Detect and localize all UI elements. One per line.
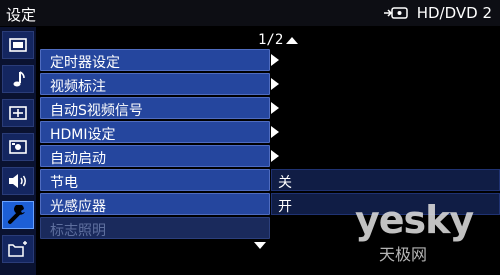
screen-adjust-icon bbox=[9, 106, 27, 120]
watermark-sub-text: 天极网 bbox=[379, 245, 428, 264]
scroll-down-arrow-icon[interactable] bbox=[254, 242, 266, 249]
folder-icon bbox=[8, 241, 27, 257]
menu-item-light-sensor[interactable]: 光感应器 bbox=[40, 193, 270, 215]
sidebar-item-screen[interactable] bbox=[2, 99, 34, 127]
menu-item-logo-light: 标志照明 bbox=[40, 217, 270, 239]
menu-item-power-saving[interactable]: 节电 bbox=[40, 169, 270, 191]
menu-item-label: 定时器设定 bbox=[50, 55, 120, 71]
sidebar-item-music[interactable] bbox=[2, 65, 34, 93]
menu-item-label: 自动启动 bbox=[50, 151, 106, 167]
watermark-main-text: yesky bbox=[355, 198, 474, 242]
menu-item-timer-settings[interactable]: 定时器设定 bbox=[40, 49, 270, 71]
page-title: 设定 bbox=[6, 6, 37, 24]
scroll-up-arrow-icon[interactable] bbox=[286, 36, 299, 44]
sidebar-item-picture[interactable] bbox=[2, 31, 34, 59]
sidebar-item-settings[interactable] bbox=[2, 201, 34, 229]
picture-icon bbox=[9, 38, 27, 52]
input-source-icon bbox=[383, 7, 408, 19]
submenu-arrow-icon bbox=[271, 150, 279, 162]
page-indicator-group: 1/2 bbox=[258, 32, 299, 48]
music-note-icon bbox=[13, 71, 25, 87]
menu-item-label: 自动S视频信号 bbox=[50, 103, 143, 119]
menu-item-auto-start[interactable]: 自动启动 bbox=[40, 145, 270, 167]
menu-item-label: 标志照明 bbox=[50, 223, 106, 239]
menu-item-video-label[interactable]: 视频标注 bbox=[40, 73, 270, 95]
speaker-volume-icon bbox=[9, 174, 26, 188]
menu-item-label: 光感应器 bbox=[50, 199, 106, 215]
page-indicator: 1/2 bbox=[258, 32, 284, 48]
menu-item-auto-s-video[interactable]: 自动S视频信号 bbox=[40, 97, 270, 119]
submenu-arrow-icon bbox=[271, 102, 279, 114]
menu-item-label: HDMI设定 bbox=[50, 127, 116, 143]
setting-value: 关 bbox=[278, 175, 292, 191]
settings-screen: 设定 HD/DVD 2 1/2 定时器设定 视频标注 自动S视频信号 HDMI设… bbox=[0, 0, 500, 275]
submenu-arrow-icon bbox=[271, 54, 279, 66]
submenu-arrow-icon bbox=[271, 126, 279, 138]
sidebar-item-sound[interactable] bbox=[2, 167, 34, 195]
photo-icon bbox=[9, 140, 27, 154]
submenu-arrow-icon bbox=[271, 78, 279, 90]
category-sidebar bbox=[0, 27, 36, 275]
menu-item-label: 视频标注 bbox=[50, 79, 106, 95]
input-source-indicator: HD/DVD 2 bbox=[383, 3, 492, 23]
power-saving-value[interactable]: 关 bbox=[271, 169, 500, 191]
sidebar-item-photo[interactable] bbox=[2, 133, 34, 161]
menu-item-label: 节电 bbox=[50, 175, 78, 191]
wrench-icon bbox=[8, 205, 25, 224]
watermark-logo: yesky 天极网 bbox=[355, 198, 500, 275]
menu-item-hdmi-settings[interactable]: HDMI设定 bbox=[40, 121, 270, 143]
sidebar-item-folder[interactable] bbox=[2, 235, 34, 263]
title-bar: 设定 HD/DVD 2 bbox=[0, 0, 500, 26]
setting-value: 开 bbox=[278, 199, 292, 215]
input-source-label: HD/DVD 2 bbox=[416, 4, 492, 22]
